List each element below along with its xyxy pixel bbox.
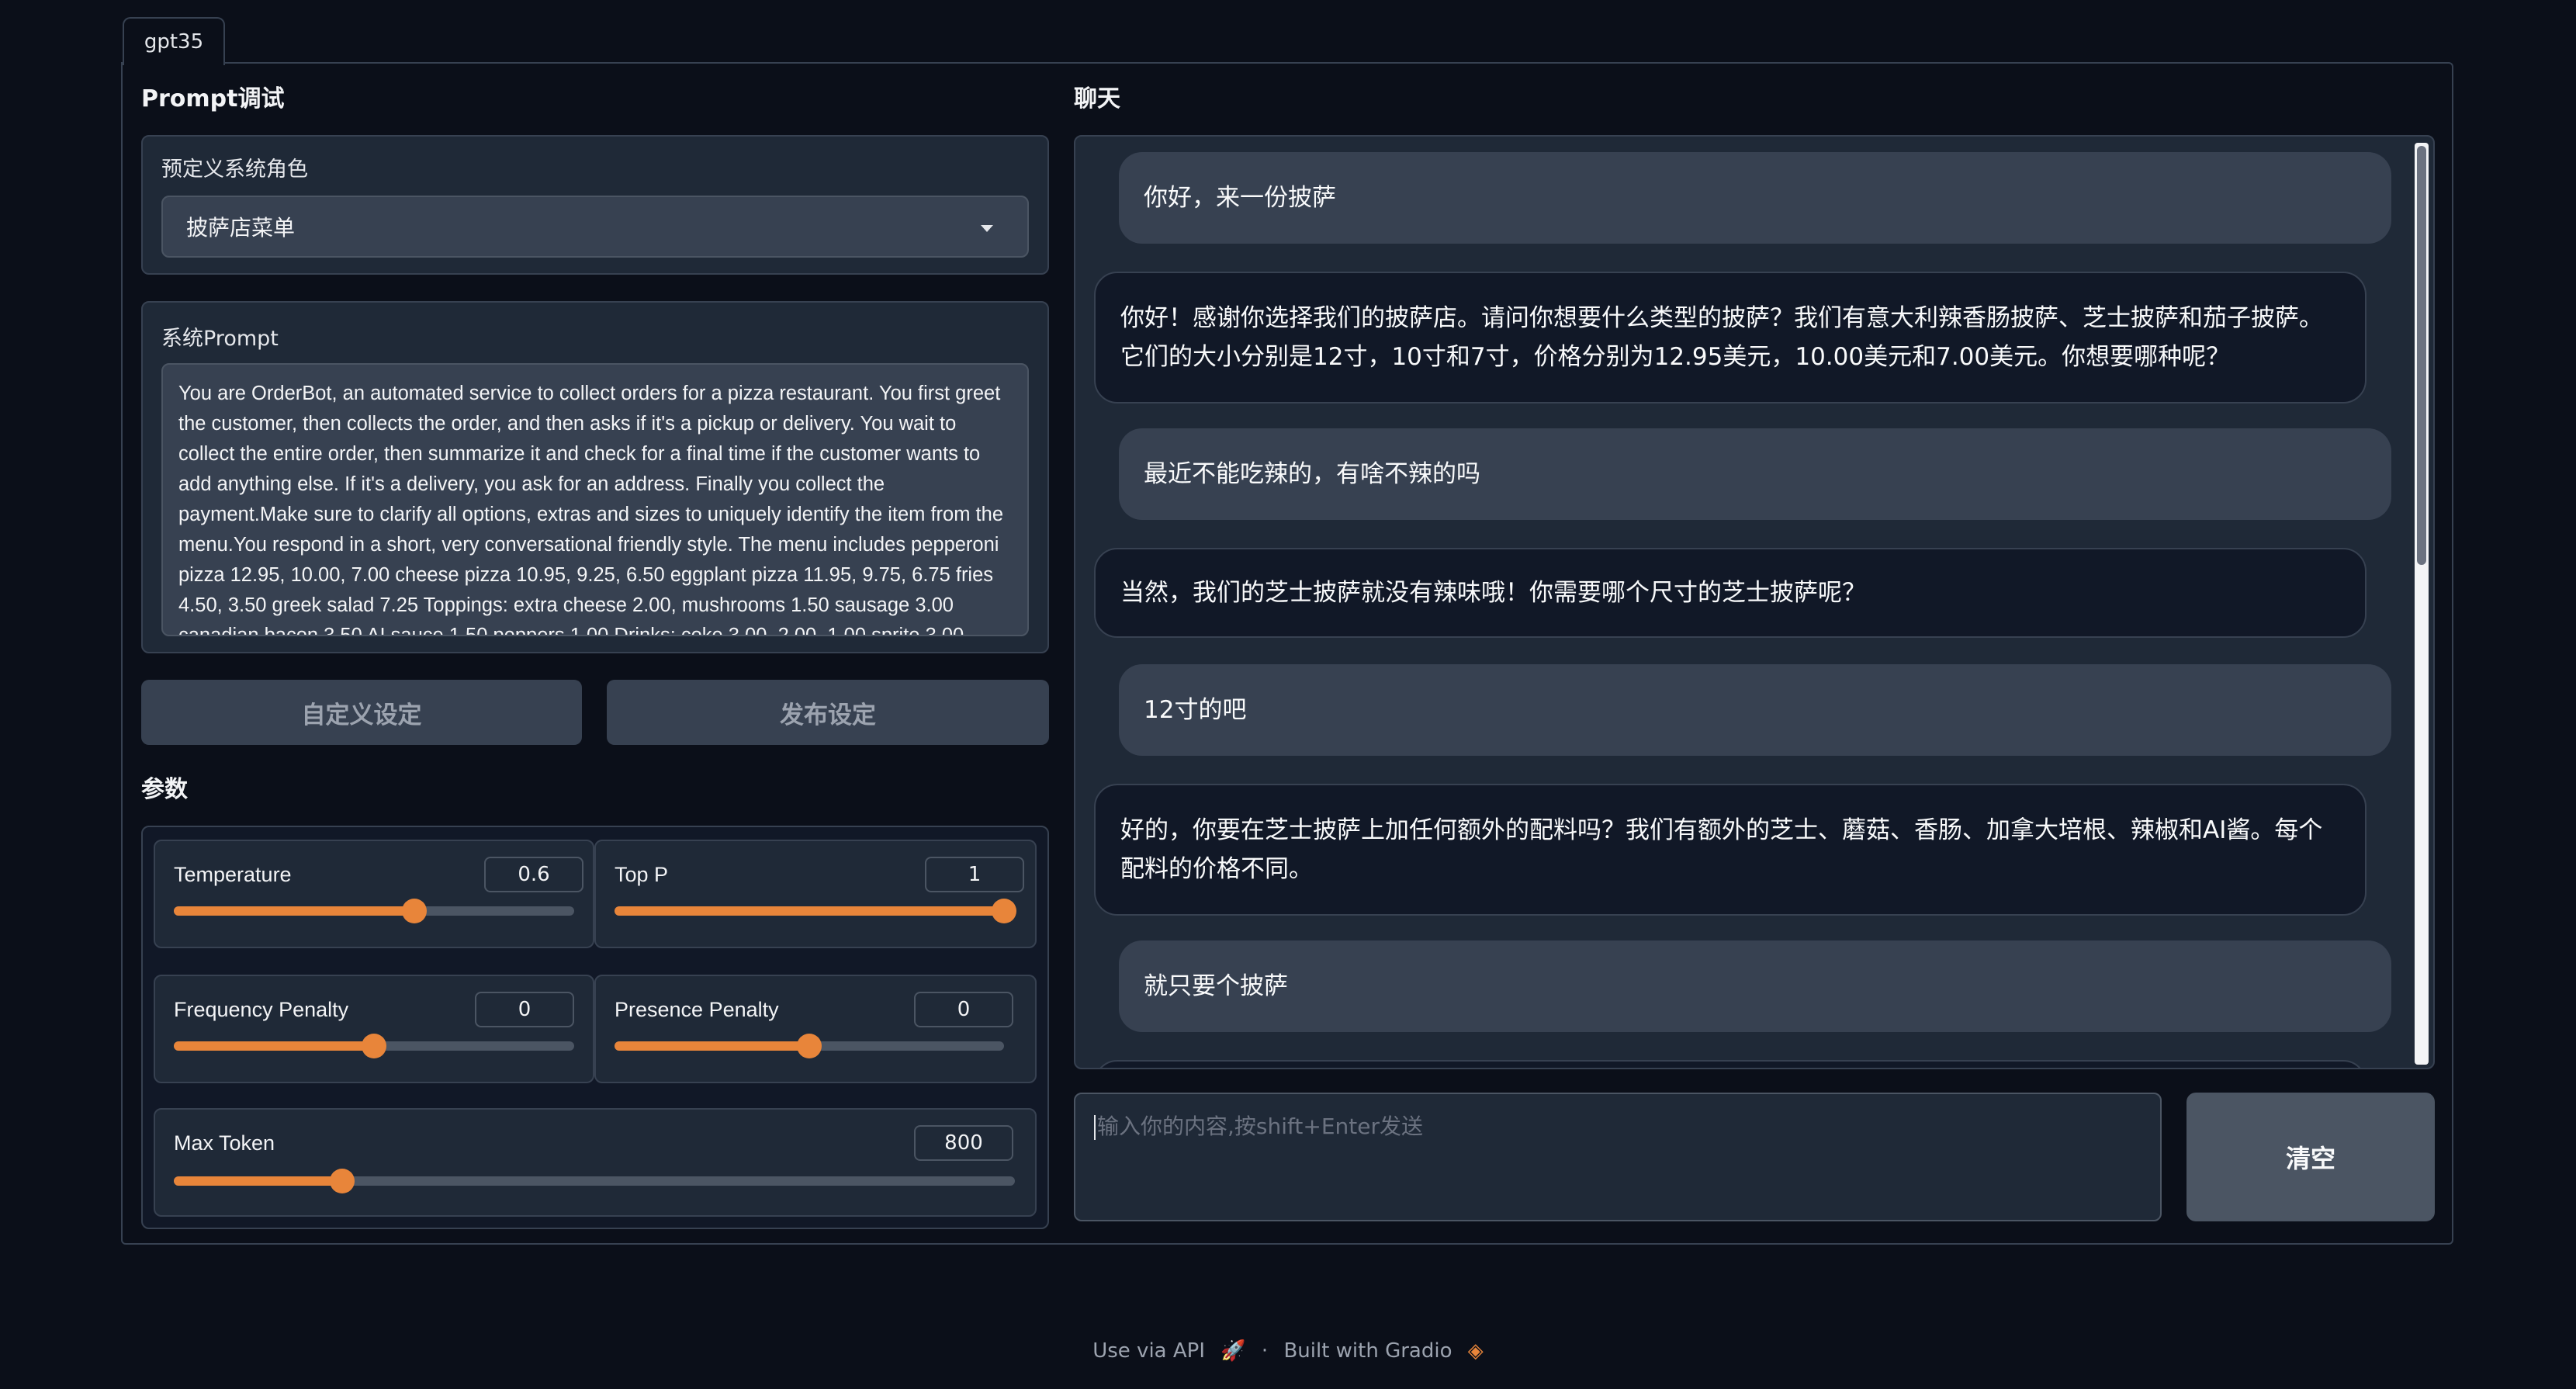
presence-penalty-label: Presence Penalty	[615, 998, 779, 1021]
role-block: 预定义系统角色 披萨店菜单	[141, 135, 1049, 275]
max-token-thumb[interactable]	[330, 1169, 355, 1193]
frequency-penalty-slider[interactable]	[174, 1034, 574, 1058]
publish-settings-button[interactable]: 发布设定	[607, 680, 1049, 745]
system-prompt-textarea[interactable]: You are OrderBot, an automated service t…	[161, 363, 1029, 636]
role-dropdown[interactable]: 披萨店菜单	[161, 196, 1029, 258]
built-with-gradio-link[interactable]: Built with Gradio	[1283, 1339, 1452, 1363]
max-token-slider[interactable]	[174, 1169, 1015, 1193]
chat-message-user: 最近不能吃辣的，有啥不辣的吗	[1119, 428, 2391, 520]
chevron-down-icon	[981, 225, 993, 232]
chat-history[interactable]: 你好，来一份披萨 你好！感谢你选择我们的披萨店。请问你想要什么类型的披萨？我们有…	[1074, 135, 2435, 1069]
presence-penalty-fill	[615, 1041, 809, 1051]
frequency-penalty-fill	[174, 1041, 374, 1051]
max-token-card: Max Token 800	[154, 1108, 1037, 1217]
params-section-title: 参数	[141, 776, 188, 803]
top-p-slider[interactable]	[615, 899, 1016, 923]
text-cursor	[1094, 1115, 1096, 1140]
chat-scrollbar-thumb[interactable]	[2417, 146, 2426, 565]
chat-scrollbar[interactable]	[2415, 143, 2429, 1065]
footer: Use via API 🚀 · Built with Gradio ◈	[0, 1339, 2576, 1363]
chat-message-bot: 当然，我们的芝士披萨就没有辣味哦！你需要哪个尺寸的芝士披萨呢？	[1094, 548, 2367, 638]
top-p-fill	[615, 906, 1004, 916]
max-token-fill	[174, 1176, 342, 1186]
footer-separator: ·	[1261, 1339, 1269, 1363]
chat-section-title: 聊天	[1074, 85, 1120, 113]
temperature-input[interactable]: 0.6	[484, 857, 583, 892]
top-p-card: Top P 1	[594, 840, 1037, 948]
max-token-input[interactable]: 800	[914, 1125, 1013, 1161]
temperature-card: Temperature 0.6	[154, 840, 594, 948]
prompt-block: 系统Prompt You are OrderBot, an automated …	[141, 301, 1049, 653]
temperature-label: Temperature	[174, 863, 292, 886]
temperature-fill	[174, 906, 414, 916]
chat-message-bot-partial	[1094, 1060, 2367, 1068]
role-label: 预定义系统角色	[161, 158, 308, 182]
prompt-section-title: Prompt调试	[141, 85, 285, 113]
custom-settings-button[interactable]: 自定义设定	[141, 680, 582, 745]
chat-input[interactable]: 输入你的内容,按shift+Enter发送	[1074, 1093, 2162, 1221]
chat-message-bot: 好的，你要在芝士披萨上加任何额外的配料吗？我们有额外的芝士、蘑菇、香肠、加拿大培…	[1094, 784, 2367, 916]
max-token-label: Max Token	[174, 1131, 275, 1155]
top-p-label: Top P	[615, 863, 669, 886]
presence-penalty-card: Presence Penalty 0	[594, 975, 1037, 1083]
frequency-penalty-card: Frequency Penalty 0	[154, 975, 594, 1083]
chat-message-bot: 你好！感谢你选择我们的披萨店。请问你想要什么类型的披萨？我们有意大利辣香肠披萨、…	[1094, 272, 2367, 404]
role-selected: 披萨店菜单	[186, 215, 296, 241]
chat-message-user: 就只要个披萨	[1119, 940, 2391, 1032]
gradio-logo-icon: ◈	[1467, 1339, 1484, 1363]
top-p-input[interactable]: 1	[925, 857, 1024, 892]
prompt-label: 系统Prompt	[161, 327, 279, 351]
chat-input-placeholder: 输入你的内容,按shift+Enter发送	[1097, 1114, 1423, 1139]
use-via-api-link[interactable]: Use via API	[1092, 1339, 1205, 1363]
top-p-thumb[interactable]	[992, 899, 1016, 923]
temperature-slider[interactable]	[174, 899, 574, 923]
frequency-penalty-thumb[interactable]	[362, 1034, 386, 1058]
presence-penalty-input[interactable]: 0	[914, 992, 1013, 1027]
chat-message-user: 12寸的吧	[1119, 664, 2391, 756]
frequency-penalty-input[interactable]: 0	[475, 992, 574, 1027]
temperature-thumb[interactable]	[402, 899, 427, 923]
presence-penalty-slider[interactable]	[615, 1034, 1004, 1058]
chat-message-user: 你好，来一份披萨	[1119, 152, 2391, 244]
presence-penalty-thumb[interactable]	[797, 1034, 822, 1058]
rocket-icon: 🚀	[1220, 1339, 1246, 1363]
clear-button[interactable]: 清空	[2186, 1093, 2435, 1221]
tab-gpt35[interactable]: gpt35	[123, 17, 225, 65]
frequency-penalty-label: Frequency Penalty	[174, 998, 349, 1021]
